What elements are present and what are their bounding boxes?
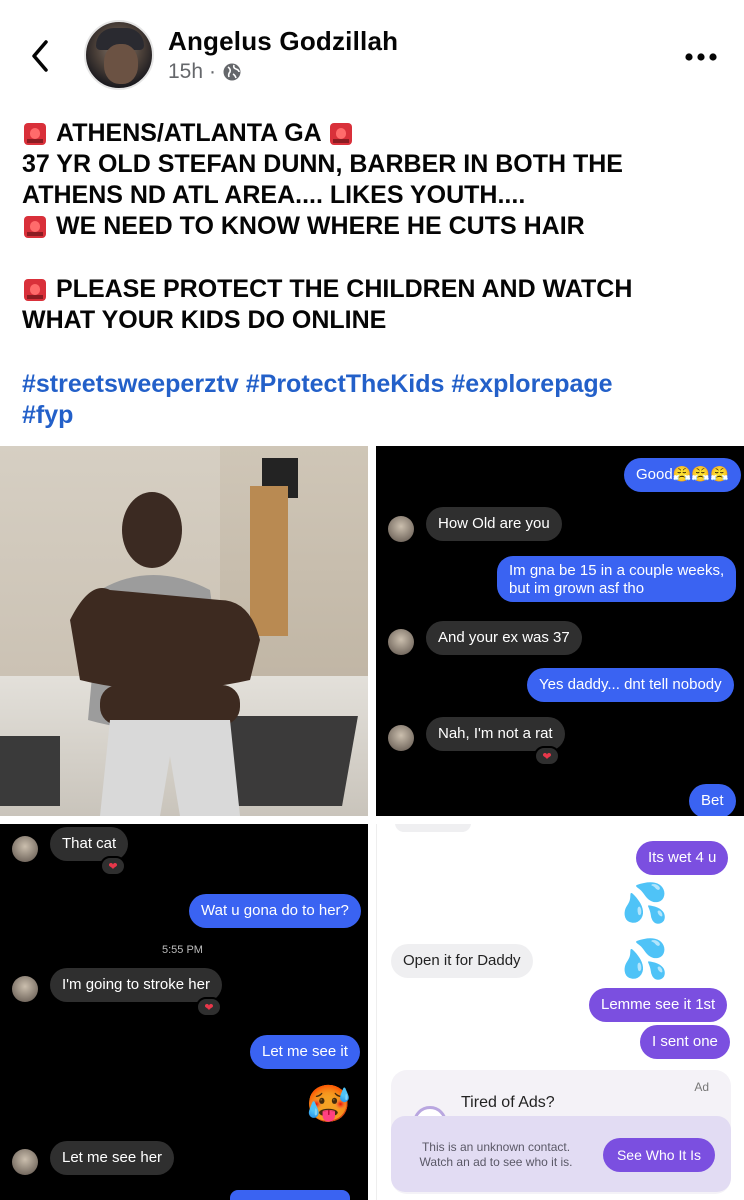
contact-avatar xyxy=(388,725,414,751)
photo-person[interactable] xyxy=(0,446,368,816)
hashtag-link[interactable]: #fyp xyxy=(22,401,73,429)
post-time[interactable]: 15h xyxy=(168,60,203,84)
chat-message-received: I'm going to stroke her xyxy=(50,968,222,1002)
police-light-icon xyxy=(329,122,352,145)
chat-message-sent: Let me see it xyxy=(250,1035,360,1069)
post-body: ATHENS/ATLANTA GA 37 YR OLD STEFAN DUNN,… xyxy=(22,118,722,336)
chat-message-received: How Old are you xyxy=(426,507,562,541)
contact-avatar xyxy=(12,1149,38,1175)
heart-reaction-icon: ❤ xyxy=(534,746,560,766)
post-header: Angelus Godzillah 15h · xyxy=(0,0,744,110)
sweat-droplets-emoji: 💦 💦 xyxy=(621,883,675,981)
chat-message-sent: Im gna be 15 in a couple weeks, but im gr… xyxy=(497,556,737,602)
chat-message-received: And your ex was 37 xyxy=(426,621,582,655)
avatar[interactable] xyxy=(84,20,154,90)
chat-message-sent-partial xyxy=(230,1190,350,1200)
post-line-2: 37 YR OLD STEFAN DUNN, BARBER IN BOTH TH… xyxy=(22,150,623,178)
unknown-contact-panel: This is an unknown contact. Watch an ad … xyxy=(391,1116,731,1192)
hashtag-link[interactable]: #ProtectTheKids xyxy=(246,370,445,398)
post-line-1: ATHENS/ATLANTA GA xyxy=(56,119,322,147)
chat-timestamp: 5:55 PM xyxy=(162,944,203,956)
author-name[interactable]: Angelus Godzillah xyxy=(168,26,398,57)
chat-screenshot-1[interactable]: Good😤😤😤 How Old are you Im gna be 15 in … xyxy=(376,446,744,816)
contact-avatar xyxy=(12,976,38,1002)
more-horizontal-icon[interactable] xyxy=(684,52,718,62)
post-line-4: WE NEED TO KNOW WHERE HE CUTS HAIR xyxy=(56,212,585,240)
post-line-3: ATHENS ND ATL AREA.... LIKES YOUTH.... xyxy=(22,181,526,209)
hot-face-emoji: 🥵 xyxy=(306,1083,351,1124)
chat-message-sent: Yes daddy... dnt tell nobody xyxy=(527,668,734,702)
chat-message-sent: Wat u gona do to her? xyxy=(189,894,361,928)
contact-avatar xyxy=(388,629,414,655)
contact-avatar xyxy=(12,836,38,862)
person-figure xyxy=(70,492,260,816)
globe-icon xyxy=(223,63,241,81)
post-meta: 15h · xyxy=(168,60,242,84)
heart-reaction-icon: ❤ xyxy=(100,856,126,876)
post-line-6: WHAT YOUR KIDS DO ONLINE xyxy=(22,306,387,334)
police-light-icon xyxy=(24,122,46,145)
chat-message-sent: Bet xyxy=(689,784,736,816)
contact-avatar xyxy=(388,516,414,542)
chat-message-received: Open it for Daddy xyxy=(391,944,533,978)
chat-message-sent: Lemme see it 1st xyxy=(589,988,728,1022)
chat-message-sent: I sent one xyxy=(640,1025,730,1059)
chat-message-received-partial xyxy=(395,824,471,832)
chat-message-sent: Its wet 4 u xyxy=(636,841,729,875)
hashtag-link[interactable]: #streetsweeperztv xyxy=(22,370,239,398)
chevron-left-icon[interactable] xyxy=(26,36,56,76)
heart-reaction-icon: ❤ xyxy=(196,997,222,1017)
hashtag-link[interactable]: #explorepage xyxy=(451,370,612,398)
chat-screenshot-3[interactable]: Its wet 4 u 💦 💦 Open it for Daddy Lemme … xyxy=(376,824,744,1200)
chat-message-sent: Good😤😤😤 xyxy=(624,458,741,492)
meta-separator: · xyxy=(209,60,217,83)
police-light-icon xyxy=(24,278,46,301)
chat-message-received: Let me see her xyxy=(50,1141,175,1175)
hashtags: #streetsweeperztv #ProtectTheKids #explo… xyxy=(22,369,722,431)
police-light-icon xyxy=(24,215,46,238)
chat-screenshot-2[interactable]: That cat ❤ Wat u gona do to her? 5:55 PM… xyxy=(0,824,368,1200)
see-who-button[interactable]: See Who It Is xyxy=(603,1138,715,1172)
ad-label: Ad xyxy=(694,1080,709,1094)
unknown-contact-text: This is an unknown contact. Watch an ad … xyxy=(419,1140,573,1169)
post-line-5: PLEASE PROTECT THE CHILDREN AND WATCH xyxy=(56,275,633,303)
ad-title: Tired of Ads? xyxy=(461,1094,555,1111)
